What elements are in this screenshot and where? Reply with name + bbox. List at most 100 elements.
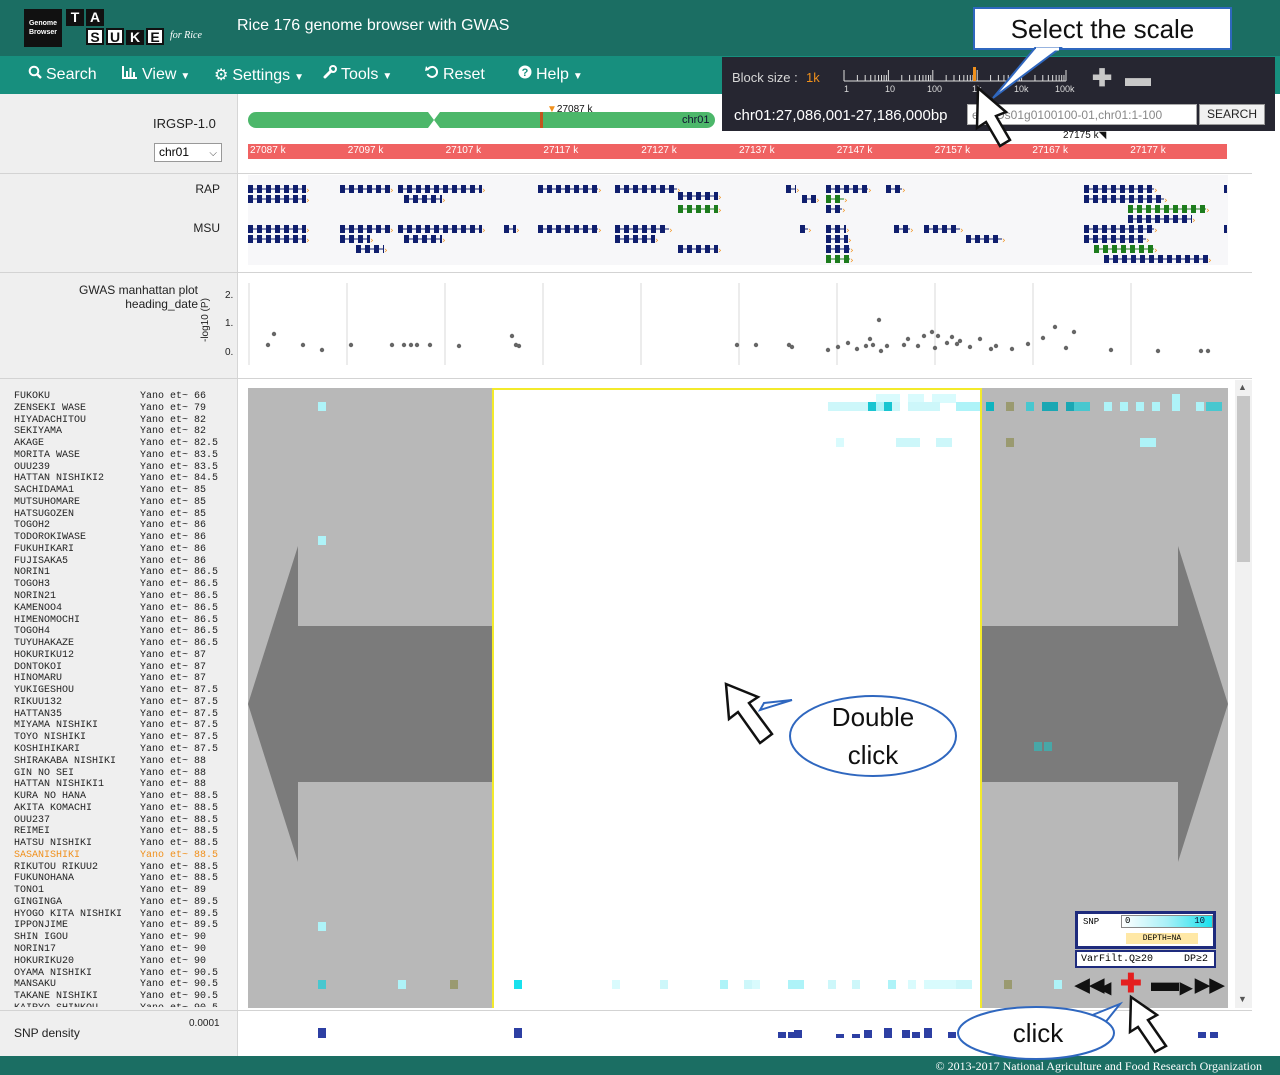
variety-row[interactable]: HATSU NISHIKI Yano et~ 88.5 [14,838,239,850]
step-right-icon[interactable]: ▸ [1180,973,1192,1002]
variety-row[interactable]: TOYO NISHIKI Yano et~ 87.5 [14,732,239,744]
jump-far-right-icon[interactable]: ▶▶ [1195,974,1224,997]
variety-row[interactable]: TODOROKIWASE Yano et~ 86 [14,532,239,544]
variety-row[interactable]: HINOMARU Yano et~ 87 [14,673,239,685]
variety-row[interactable]: ZENSEKI WASE Yano et~ 79 [14,403,239,415]
variety-name: IPPONJIME [14,920,69,932]
zoom-out-icon[interactable]: ▬ [1151,966,1179,998]
snp-cell [318,402,326,411]
variety-row[interactable]: OYAMA NISHIKI Yano et~ 90.5 [14,968,239,980]
nav-settings[interactable]: ⚙ Settings ▼ [214,65,304,85]
variety-row[interactable]: RIKUU132 Yano et~ 87.5 [14,697,239,709]
variety-source: Yano et~ 88 [140,779,207,791]
chromosome-ideogram[interactable] [248,112,715,128]
snp-cell [318,922,326,931]
gene-exon [966,235,971,243]
snp-cell [1172,402,1180,411]
variety-row[interactable]: HIMENOMOCHI Yano et~ 86.5 [14,615,239,627]
variety-row[interactable]: TUYUHAKAZE Yano et~ 86.5 [14,638,239,650]
variety-row[interactable]: HATTAN NISHIKI2 Yano et~ 84.5 [14,473,239,485]
variety-row[interactable]: REIMEI Yano et~ 88.5 [14,826,239,838]
variety-row[interactable]: TAKANE NISHIKI Yano et~ 90.5 [14,991,239,1003]
variety-row[interactable]: RIKUTOU RIKUU2 Yano et~ 88.5 [14,862,239,874]
variety-row[interactable]: KAIRYO SHINKOUYano et~ 90.5 [14,1003,239,1007]
variety-row[interactable]: HATTAN35 Yano et~ 87.5 [14,709,239,721]
variety-name: FUKUNOHANA [14,873,75,885]
variety-row[interactable]: NORIN17 Yano et~ 90 [14,944,239,956]
gene-strand-icon: › [598,226,602,236]
variety-row[interactable]: KAMENOO4 Yano et~ 86.5 [14,603,239,615]
variety-row[interactable]: TOGOH4 Yano et~ 86.5 [14,626,239,638]
variety-row[interactable]: KURA NO HANA Yano et~ 88.5 [14,791,239,803]
variety-row[interactable]: HOKURIKU12 Yano et~ 87 [14,650,239,662]
variety-row[interactable]: MIYAMA NISHIKI Yano et~ 87.5 [14,720,239,732]
nav-search[interactable]: Search [28,65,97,84]
gene-exon [844,245,849,253]
snp-cell [1006,402,1014,411]
variety-row[interactable]: SACHIDAMA1 Yano et~ 85 [14,485,239,497]
tasuke-logo[interactable]: Genome Browser T A S U K E for Rice [24,9,212,47]
position-search-input[interactable]: e.g. Os01g0100100-01,chr01:1-100 [967,104,1197,125]
nav-help[interactable]: ? Help ▼ [518,65,583,84]
scroll-down-icon[interactable]: ▼ [1238,994,1247,1004]
variant-filter[interactable]: VarFilt.Q≥20 DP≥2 [1075,950,1216,968]
variety-row[interactable]: MORITA WASE Yano et~ 83.5 [14,450,239,462]
nav-view[interactable]: View ▼ [122,65,190,84]
variety-row[interactable]: AKAGE Yano et~ 82.5 [14,438,239,450]
nav-reset[interactable]: Reset [425,65,485,84]
variety-row[interactable]: TOGOH2 Yano et~ 86 [14,520,239,532]
variety-row[interactable]: OUU237 Yano et~ 88.5 [14,815,239,827]
genotype-scrollbar[interactable]: ▲ ▼ [1235,380,1252,1008]
variety-row[interactable]: FUKUNOHANA Yano et~ 88.5 [14,873,239,885]
ruler-tick: 27107 k [445,145,482,156]
variety-row[interactable]: GINGINGA Yano et~ 89.5 [14,897,239,909]
scale-minus-icon[interactable]: ▬ [1125,62,1151,93]
variety-row[interactable]: KOSHIHIKARI Yano et~ 87.5 [14,744,239,756]
variety-row[interactable]: OUU239 Yano et~ 83.5 [14,462,239,474]
gene-exon [356,245,361,253]
zoom-in-icon[interactable]: ✚ [1120,968,1142,999]
variety-row[interactable]: MUTSUHOMARE Yano et~ 85 [14,497,239,509]
gene-exon [624,235,629,243]
gene-track-area[interactable]: › › › › › › › › › › › › › › › › › › › › › › › › › › › › › › › › › › › › › › › ›… [248,175,1231,266]
density-bar [794,1030,802,1038]
variety-row[interactable]: SEKIYAMA Yano et~ 82 [14,426,239,438]
variety-row[interactable]: NORIN21 Yano et~ 86.5 [14,591,239,603]
variety-row[interactable]: IPPONJIME Yano et~ 89.5 [14,920,239,932]
variety-row[interactable]: SASANISHIKI Yano et~ 88.5 [14,850,239,862]
snp-cell [908,980,916,989]
variety-row[interactable]: SHIN IGOU Yano et~ 90 [14,932,239,944]
variety-row[interactable]: FUJISAKA5 Yano et~ 86 [14,556,239,568]
block-size-scale[interactable] [842,65,1070,85]
gene-exon [660,185,665,193]
variety-row[interactable]: HATTAN NISHIKI1 Yano et~ 88 [14,779,239,791]
gwas-manhattan-plot[interactable] [248,283,1228,365]
variety-row[interactable]: AKITA KOMACHI Yano et~ 88.5 [14,803,239,815]
scroll-thumb[interactable] [1237,396,1250,562]
variety-row[interactable]: TONO1 Yano et~ 89 [14,885,239,897]
variety-row[interactable]: GIN NO SEI Yano et~ 88 [14,768,239,780]
nav-tools[interactable]: Tools ▼ [323,65,392,84]
variety-row[interactable]: TOGOH3 Yano et~ 86.5 [14,579,239,591]
ruler-tick: 27127 k [641,145,677,156]
variety-row[interactable]: NORIN1 Yano et~ 86.5 [14,567,239,579]
coordinate-ruler[interactable]: 27087 k 27097 k 27107 k 27117 k 27127 k 27137… [248,144,1264,159]
gene-exon [266,235,271,243]
variety-row[interactable]: HIYADACHITOU Yano et~ 82 [14,415,239,427]
variety-source: Yano et~ 86 [140,532,207,544]
position-search-button[interactable]: SEARCH [1199,104,1265,125]
variety-row[interactable]: HOKURIKU20 Yano et~ 90 [14,956,239,968]
ruler-tick: 27137 k [739,145,775,156]
variety-row[interactable]: YUKIGESHOU Yano et~ 87.5 [14,685,239,697]
step-left-icon[interactable]: ◂ [1099,973,1111,1002]
variety-row[interactable]: FUKUHIKARI Yano et~ 86 [14,544,239,556]
variety-row[interactable]: HATSUGOZEN Yano et~ 85 [14,509,239,521]
variety-row[interactable]: HYOGO KITA NISHIKI Yano et~ 89.5 [14,909,239,921]
chromosome-select[interactable]: chr01 ⌵ [154,143,222,162]
scale-plus-icon[interactable]: ✚ [1092,64,1112,93]
variety-row[interactable]: MANSAKU Yano et~ 90.5 [14,979,239,991]
scroll-up-icon[interactable]: ▲ [1238,382,1247,392]
variety-row[interactable]: SHIRAKABA NISHIKI Yano et~ 88 [14,756,239,768]
variety-row[interactable]: FUKOKU Yano et~ 66 [14,391,239,403]
variety-row[interactable]: DONTOKOI Yano et~ 87 [14,662,239,674]
